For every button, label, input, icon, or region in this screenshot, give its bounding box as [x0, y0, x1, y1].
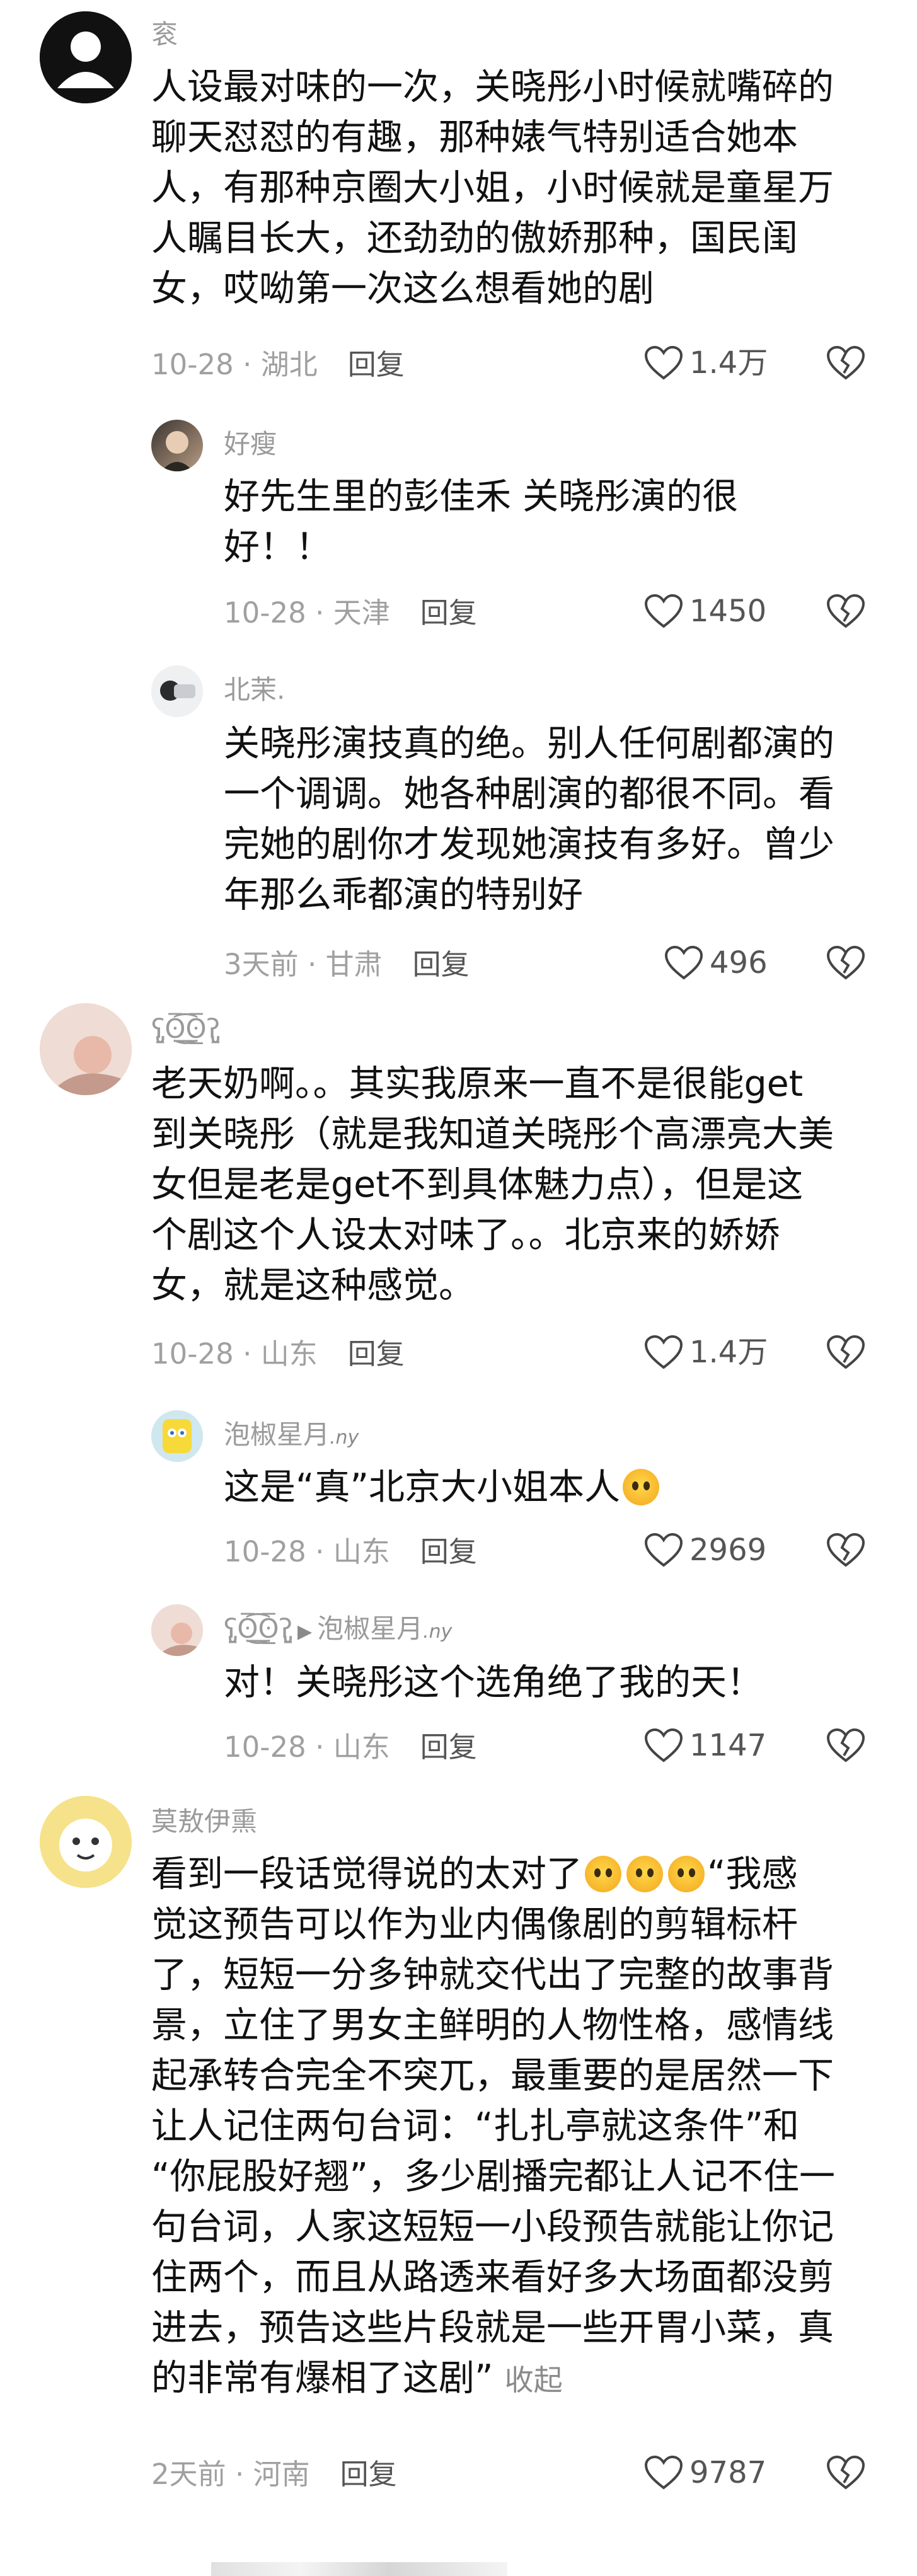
reply-arrow-icon: ▶: [297, 1621, 313, 1643]
crying-emoji-icon: [623, 1469, 660, 1505]
dislike-button[interactable]: [826, 345, 865, 383]
like-count: 1.4万: [689, 1335, 768, 1370]
comment-text: 老天奶啊。。其实我原来一直不是很能get 到关晓彤（就是我知道关晓彤个高漂亮大美…: [151, 1063, 834, 1306]
like-button[interactable]: 1450: [644, 594, 766, 629]
comment-meta: 10-28 · 山东 回复: [151, 1337, 405, 1371]
comment-location: 湖北: [260, 348, 318, 381]
username[interactable]: ʕ̡̢̡ʘ̅͟͜͡ʘ̲̅ʔ̢̡̢: [151, 1016, 220, 1042]
avatar[interactable]: [151, 1604, 203, 1656]
dislike-button[interactable]: [826, 2455, 865, 2493]
like-count: 9787: [689, 2455, 767, 2490]
username[interactable]: ʕ̡̢̡ʘ̅͟͜͡ʘ̲̅ʔ̢̡̢ ▶ 泡椒星月.ny: [224, 1616, 452, 1642]
comment-meta: 2天前 · 河南 回复: [151, 2458, 397, 2491]
reply-button[interactable]: 回复: [413, 948, 470, 981]
comment-meta: 10-28 · 湖北 回复: [151, 348, 405, 381]
heart-icon: [644, 2455, 683, 2490]
broken-heart-icon: [826, 945, 865, 980]
default-avatar-icon: [40, 11, 132, 103]
like-count: 496: [710, 945, 768, 980]
like-button[interactable]: 1.4万: [644, 345, 768, 381]
crying-emoji-icon: [626, 1856, 663, 1892]
like-button[interactable]: 1147: [644, 1728, 766, 1763]
reply-button[interactable]: 回复: [348, 348, 405, 381]
reply-button[interactable]: 回复: [420, 596, 477, 630]
reply-button[interactable]: 回复: [348, 1337, 405, 1371]
broken-heart-icon: [826, 594, 865, 628]
broken-heart-icon: [826, 2455, 865, 2490]
comment-text: 这是“真”北京大小姐本人: [224, 1462, 662, 1512]
like-count: 1.4万: [689, 345, 768, 381]
comment-text: 人设最对味的一次，关晓彤小时候就嘴碎的 聊天怼怼的有趣，那种婊气特别适合她本 人…: [151, 66, 834, 309]
avatar[interactable]: [40, 11, 132, 103]
username[interactable]: 北茉.: [224, 677, 285, 703]
like-count: 1450: [689, 594, 767, 629]
watermark-strip: [211, 2562, 507, 2576]
avatar[interactable]: [151, 1410, 203, 1462]
username[interactable]: 莫敖伊熏: [151, 1808, 257, 1835]
dislike-button[interactable]: [826, 594, 865, 631]
broken-heart-icon: [826, 345, 865, 380]
username[interactable]: 好瘦: [224, 431, 277, 457]
collapse-button[interactable]: 收起: [505, 2363, 563, 2397]
like-button[interactable]: 9787: [644, 2455, 766, 2490]
reply-target[interactable]: 泡椒星月: [317, 1613, 423, 1644]
dislike-button[interactable]: [826, 1335, 865, 1372]
heart-icon: [644, 594, 683, 628]
username[interactable]: 衮: [151, 21, 178, 48]
heart-icon: [644, 1335, 683, 1369]
comment-meta: 10-28 · 山东 回复: [224, 1730, 477, 1764]
avatar[interactable]: [40, 1003, 132, 1095]
heart-icon: [644, 345, 683, 380]
avatar[interactable]: [40, 1796, 132, 1888]
like-count: 1147: [689, 1728, 767, 1763]
heart-icon: [644, 1728, 683, 1762]
comment-meta: 3天前 · 甘肃 回复: [224, 948, 470, 981]
heart-icon: [644, 1532, 683, 1567]
reply-button[interactable]: 回复: [420, 1730, 477, 1764]
broken-heart-icon: [826, 1728, 865, 1762]
comment-text: 关晓彤演技真的绝。别人任何剧都演的 一个调调。她各种剧演的都很不同。看 完她的剧…: [224, 723, 834, 916]
broken-heart-icon: [826, 1532, 865, 1567]
like-button[interactable]: 2969: [644, 1532, 766, 1568]
comment-meta: 10-28 · 天津 回复: [224, 596, 477, 630]
reply-button[interactable]: 回复: [420, 1535, 477, 1568]
like-count: 2969: [689, 1532, 767, 1568]
dislike-button[interactable]: [826, 945, 865, 983]
reply-button[interactable]: 回复: [340, 2458, 397, 2491]
comment-text: 好先生里的彭佳禾 关晓彤演的很 好！！: [224, 476, 739, 568]
crying-emoji-icon: [585, 1856, 621, 1892]
crying-emoji-icon: [668, 1856, 705, 1892]
avatar[interactable]: [151, 665, 203, 717]
like-button[interactable]: 1.4万: [644, 1335, 768, 1370]
heart-icon: [664, 945, 703, 980]
dislike-button[interactable]: [826, 1728, 865, 1766]
comment-meta: 10-28 · 山东 回复: [224, 1535, 477, 1568]
username[interactable]: 泡椒星月.ny: [224, 1422, 359, 1448]
comment-date: 10-28: [151, 348, 234, 381]
dislike-button[interactable]: [826, 1532, 865, 1570]
comment-text: 对！关晓彤这个选角绝了我的天！: [224, 1662, 763, 1703]
broken-heart-icon: [826, 1335, 865, 1369]
comment-text: 看到一段话觉得说的太对了 “我感 觉这预告可以作为业内偶像剧的剪辑标杆 了，短短一…: [151, 1853, 836, 2399]
like-button[interactable]: 496: [664, 945, 768, 980]
avatar[interactable]: [151, 420, 203, 471]
